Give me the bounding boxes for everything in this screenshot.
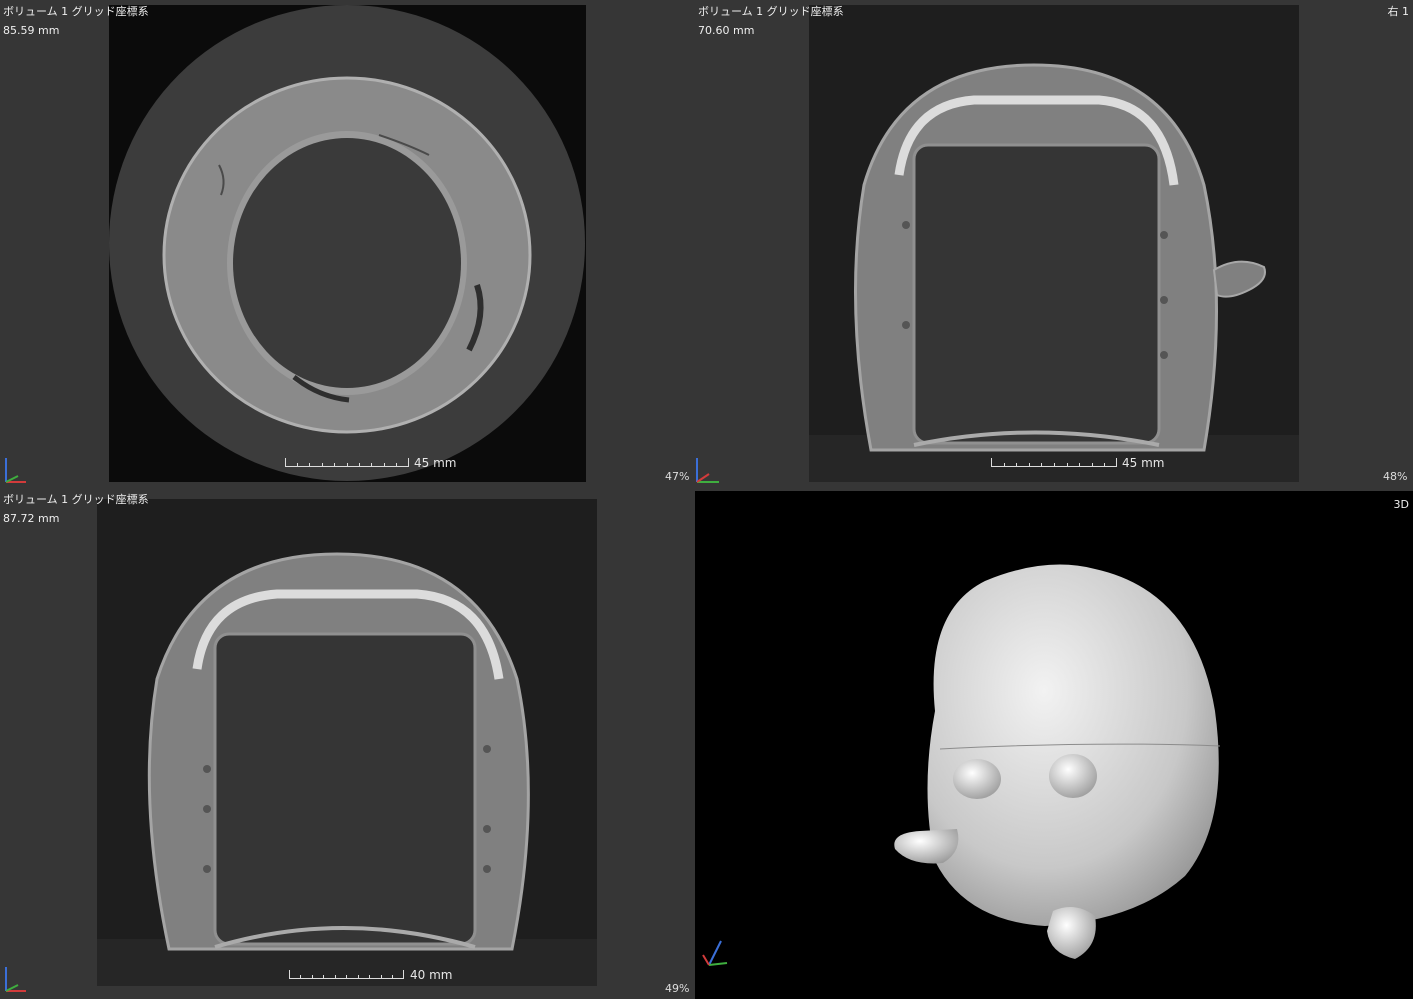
viewport-slice-axial[interactable]: ボリューム 1 グリッド座標系 85.59 mm 45 mm [0,0,695,491]
ct-slice-front-graphic [97,499,597,986]
axis-triad-icon [0,452,36,488]
dimension-label: 85.59 mm [3,24,60,37]
viewport-slice-top[interactable]: 上 1 ボリューム 1 グリッド座標系 70.60 mm 右 1 45 mm [695,0,1413,491]
scale-bar: 40 mm [289,968,459,982]
zoom-percent: 47% [665,470,690,483]
viewport-slice-front[interactable]: ボリューム 1 グリッド座標系 87.72 mm 40 mm [0,491,695,999]
ct-slice-axial-graphic [109,5,586,482]
scale-label: 45 mm [1122,456,1165,470]
axis-triad-icon [699,935,735,971]
ct-slice-top-graphic [809,5,1299,482]
dimension-label: 70.60 mm [698,24,755,37]
side-label: 右 1 [1387,5,1410,18]
axis-triad-icon [0,961,36,997]
volume-label: ボリューム 1 グリッド座標系 [3,5,149,18]
dimension-label: 87.72 mm [3,512,60,525]
viewport-3d[interactable]: 前 1 3D [695,491,1413,999]
scale-label: 40 mm [410,968,453,982]
scale-bar: 45 mm [285,456,457,470]
ct-slice-image[interactable] [809,5,1299,482]
ct-slice-image[interactable] [97,499,597,986]
volume-label: ボリューム 1 グリッド座標系 [3,493,149,506]
scale-label: 45 mm [414,456,457,470]
3d-render-graphic [894,564,1221,959]
ct-slice-image[interactable] [109,5,586,482]
zoom-percent: 49% [665,982,690,995]
scale-bar: 45 mm [991,456,1165,470]
mode-label: 3D [1393,498,1409,511]
zoom-percent: 48% [1383,470,1408,483]
volume-label: ボリューム 1 グリッド座標系 [698,5,844,18]
axis-triad-icon [695,452,725,488]
